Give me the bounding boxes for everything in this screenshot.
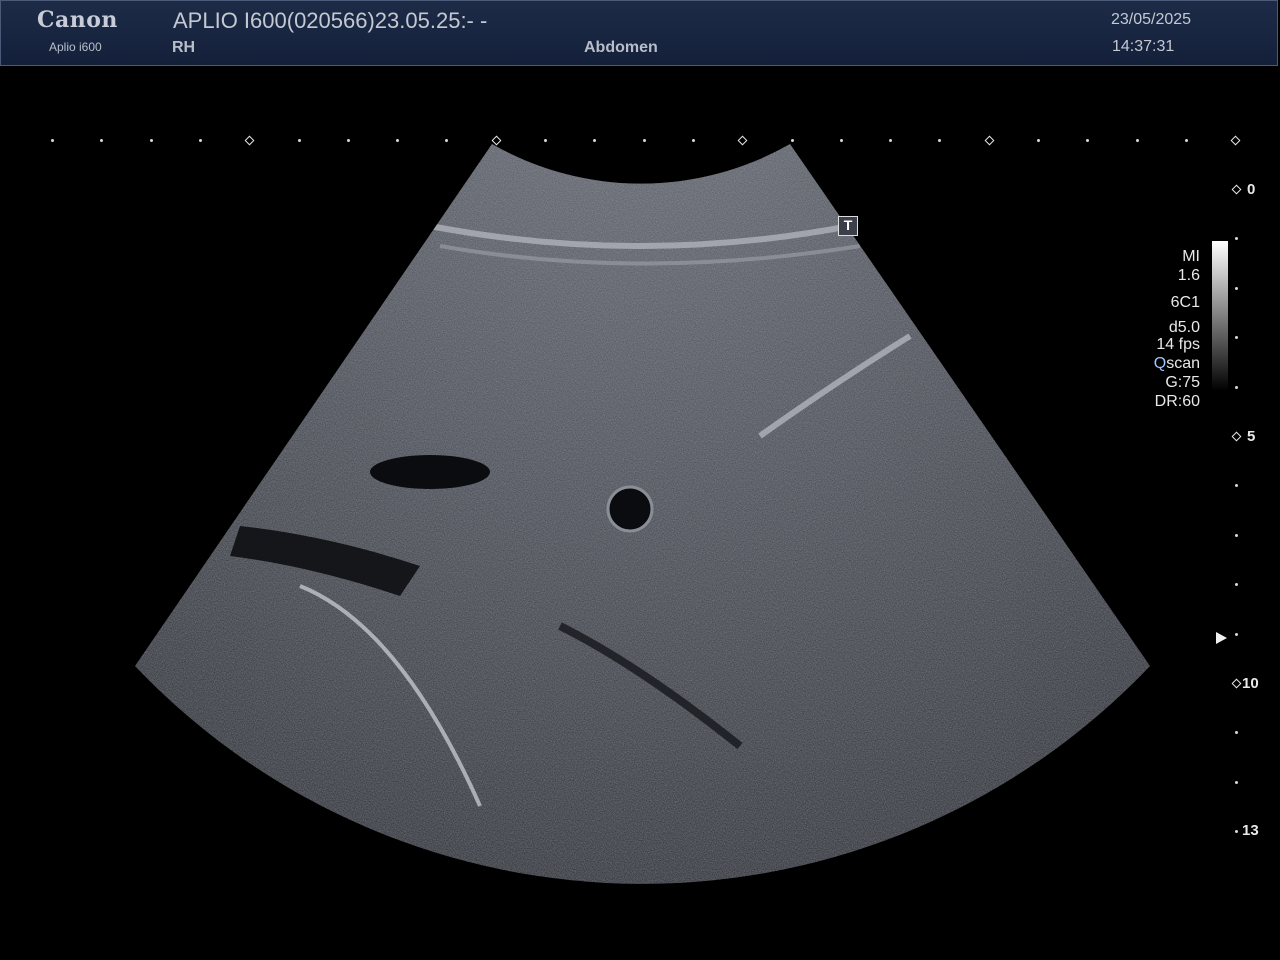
- ultrasound-sector: [135, 144, 1150, 884]
- mi-value: 1.6: [1177, 267, 1200, 284]
- depth-scale-dot: [1235, 286, 1238, 290]
- lateral-scale-dot: [1135, 139, 1139, 142]
- device-model: Aplio i600: [49, 40, 102, 54]
- scan-mode-rest: scan: [1166, 355, 1200, 372]
- lateral-scale-dot: [51, 139, 54, 142]
- lateral-scale-dot: [691, 139, 695, 142]
- depth-scale-dot: [1235, 780, 1238, 784]
- study-title: APLIO I600(020566)23.05.25:- -: [173, 8, 488, 33]
- depth-scale-dot: [1235, 385, 1238, 389]
- probe-name: 6C1: [1170, 294, 1200, 311]
- lateral-scale-dot: [839, 139, 843, 142]
- ultrasound-image-area: T MI 1.6 6C1 d5.0 14 fps Qscan G:75 DR:6…: [0, 66, 1280, 960]
- date-label: 23/05/2025: [1111, 11, 1192, 28]
- time-label: 14:37:31: [1112, 38, 1175, 55]
- lateral-scale-dot: [544, 139, 547, 142]
- lateral-scale-dot: [790, 139, 794, 142]
- vessel-lumen: [370, 455, 490, 489]
- lateral-scale-dot: [149, 139, 153, 142]
- depth-label-0: 0: [1247, 181, 1256, 198]
- depth-label-5: 5: [1247, 428, 1256, 445]
- depth-label-10: 10: [1242, 675, 1259, 692]
- depth-scale-dot: [1235, 632, 1238, 636]
- dynamic-range-value: DR:60: [1154, 393, 1200, 410]
- grayscale-bar: [1212, 241, 1228, 391]
- lateral-scale-dot: [198, 139, 202, 142]
- scan-mode: Qscan: [1154, 354, 1200, 373]
- portal-branch: [606, 485, 654, 533]
- gain-value: G:75: [1165, 374, 1200, 391]
- depth-scale-dot: [1235, 533, 1238, 537]
- mi-label: MI: [1182, 248, 1200, 265]
- side-label: RH: [172, 39, 196, 56]
- imaging-parameters: MI 1.6 6C1 d5.0 14 fps Qscan G:75 DR:60: [1154, 247, 1200, 411]
- lateral-scale-dot: [642, 139, 646, 142]
- focus-marker-icon[interactable]: T: [838, 216, 858, 236]
- lateral-scale-dot: [1037, 139, 1040, 142]
- lateral-scale-dot: [346, 139, 350, 142]
- frame-rate: 14 fps: [1156, 336, 1200, 353]
- preset-label: Abdomen: [584, 39, 658, 56]
- scan-mode-q: Q: [1153, 355, 1167, 372]
- lateral-scale-dot: [1184, 139, 1188, 142]
- lateral-scale-dot: [297, 139, 301, 142]
- focus-depth-arrow-icon[interactable]: [1216, 632, 1227, 644]
- brand-logo: Canon: [37, 7, 118, 33]
- depth-label-13: 13: [1242, 822, 1259, 839]
- header-bar: Canon Aplio i600 APLIO I600(020566)23.05…: [0, 0, 1278, 66]
